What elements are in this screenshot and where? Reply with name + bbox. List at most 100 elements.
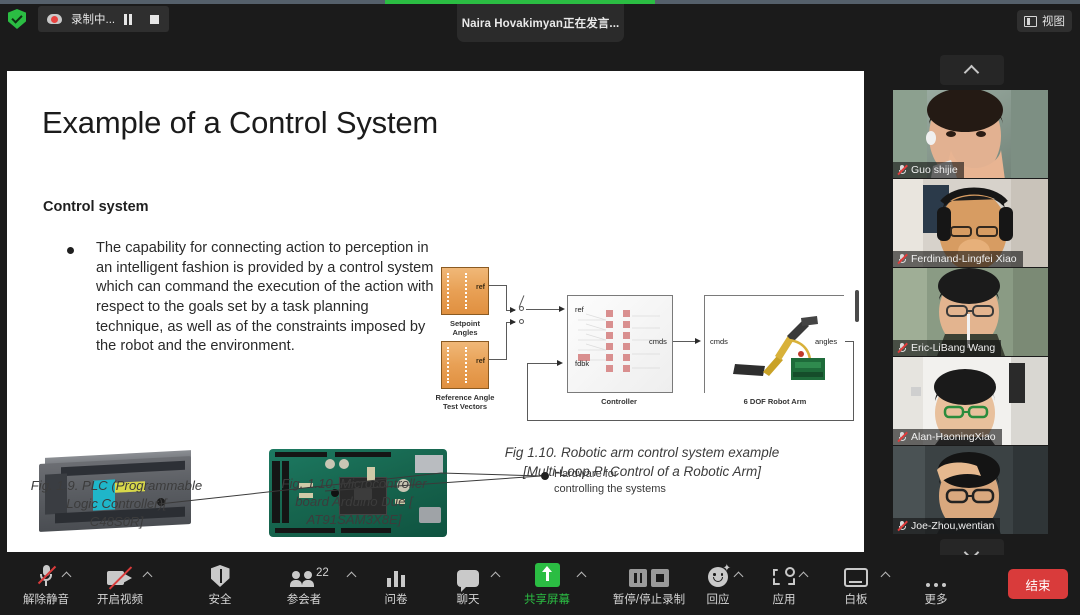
toolbar-security-button[interactable]: 安全 <box>188 560 252 607</box>
toolbar-security-label: 安全 <box>208 594 232 606</box>
poll-icon <box>387 560 405 587</box>
video-options-caret[interactable] <box>144 573 154 583</box>
figure-caption-plc-line1: Fig. 1.9. PLC (Programmable <box>30 478 203 493</box>
share-screen-icon <box>534 560 560 587</box>
robot-arm-caption: 6 DOF Robot Arm <box>743 397 807 406</box>
reference-ref-port-label: ref <box>476 358 485 365</box>
toolbar-reactions-button[interactable]: ✦ 回应 <box>686 560 750 607</box>
participant-tile[interactable]: Guo shijie <box>893 90 1048 178</box>
chevron-up-icon <box>963 64 980 80</box>
active-speaker-chip: Naira Hovakimyan正在发言... <box>457 4 624 42</box>
end-meeting-button[interactable]: 结束 <box>1008 569 1068 599</box>
toolbar-pause-stop-record-button[interactable]: 暂停/停止录制 <box>601 560 697 607</box>
stop-recording-button[interactable] <box>141 6 167 32</box>
participant-name-bar: Joe-Zhou,wentian <box>893 518 1001 534</box>
participant-name: Joe-Zhou,wentian <box>911 520 995 532</box>
callout-text-line2: controlling the systems <box>554 482 666 495</box>
participant-name: Guo shijie <box>911 164 958 176</box>
setpoint-angles-block: ref <box>441 267 489 315</box>
participant-name-bar: Alan-HaoningXiao <box>893 429 1002 445</box>
layout-view-icon <box>1024 15 1037 27</box>
shared-screen-slide[interactable]: Example of a Control System Control syst… <box>7 71 864 552</box>
toolbar-polls-button[interactable]: 问卷 <box>364 560 428 607</box>
participant-tile[interactable]: Ferdinand-Lingfei Xiao <box>893 179 1048 267</box>
figure-caption-arduino-line2: board Arduino Due [ <box>295 493 413 509</box>
panel-resize-handle[interactable] <box>855 290 859 322</box>
participant-tile[interactable]: Eric-LiBang Wang <box>893 268 1048 356</box>
slide-title: Example of a Control System <box>42 105 439 140</box>
toolbar-apps-label: 应用 <box>772 594 796 606</box>
controller-ref-port-label: ref <box>575 305 584 314</box>
whiteboard-options-caret[interactable] <box>882 573 892 583</box>
shield-icon <box>210 560 230 587</box>
filmstrip-scroll-up-button[interactable] <box>939 55 1004 85</box>
recording-pill: 录制中... <box>38 6 170 32</box>
active-speaker-label: Naira Hovakimyan正在发言... <box>461 18 620 30</box>
toolbar-chat-button[interactable]: 聊天 <box>436 560 500 607</box>
participant-name-bar: Eric-LiBang Wang <box>893 340 1002 356</box>
camera-off-icon <box>107 560 133 590</box>
zoom-meeting-window: 录制中... Naira Hovakimyan正在发言... 视图 Exampl… <box>0 0 1080 615</box>
toolbar-reactions-label: 回应 <box>706 594 730 606</box>
pause-stop-record-icon <box>629 560 669 587</box>
stop-icon <box>149 14 159 24</box>
reactions-icon: ✦ <box>708 560 731 587</box>
toolbar-unmute-button[interactable]: 解除静音 <box>14 560 78 607</box>
mic-muted-icon <box>897 342 908 354</box>
view-button[interactable]: 视图 <box>1017 10 1072 32</box>
mic-muted-icon <box>897 431 908 443</box>
participant-name: Ferdinand-Lingfei Xiao <box>911 253 1017 265</box>
setpoint-ref-port-label: ref <box>476 284 485 291</box>
mic-muted-icon <box>897 164 908 176</box>
participants-icon <box>290 560 317 587</box>
figure-caption-arduino-line3: AT91SAM3X8E] <box>306 511 402 527</box>
participant-tile[interactable]: Joe-Zhou,wentian <box>893 446 1048 534</box>
controller-cmds-port-label: cmds <box>649 337 667 346</box>
toolbar-pause-stop-record-label: 暂停/停止录制 <box>612 594 686 606</box>
meeting-toolbar: 解除静音 开启视频 安全 参会者 22 问卷 聊天 共享屏幕 暂停/停止录制 ✦… <box>0 555 1080 615</box>
share-options-caret[interactable] <box>578 573 588 583</box>
reactions-options-caret[interactable] <box>735 573 745 583</box>
figure-caption-arduino: Fig. 1.10. Microcontroller board Arduino… <box>257 475 451 528</box>
participants-options-caret[interactable] <box>348 573 358 583</box>
toolbar-share-screen-button[interactable]: 共享屏幕 <box>515 560 579 607</box>
participants-filmstrip: Guo shijie Ferdinand-Lingfei Xiao Eric-L… <box>893 55 1050 569</box>
pause-icon <box>123 13 133 25</box>
participant-tile[interactable]: Alan-HaoningXiao <box>893 357 1048 445</box>
controller-fdbk-port-label: fdbk <box>575 359 590 368</box>
arm-cmds-port-label: cmds <box>710 337 728 346</box>
callout-text: Hardware for controlling the systems <box>554 467 666 497</box>
recording-indicator-icon <box>40 14 66 24</box>
controller-caption: Controller <box>601 397 637 406</box>
toolbar-unmute-label: 解除静音 <box>23 594 69 606</box>
toolbar-apps-button[interactable]: 应用 <box>752 560 816 607</box>
whiteboard-icon <box>844 560 868 587</box>
arm-angles-port-label: angles <box>815 337 838 346</box>
figure-caption-plc: Fig. 1.9. PLC (Programmable Logic Contro… <box>9 477 224 530</box>
chat-options-caret[interactable] <box>492 573 502 583</box>
toolbar-more-label: 更多 <box>924 594 948 606</box>
figure-caption-plc-line3: C48S0R] <box>89 513 144 529</box>
figure-caption-plc-line2: Logic Controller)[ <box>66 495 167 511</box>
slide-section-heading: Control system <box>43 199 149 215</box>
toolbar-more-button[interactable]: 更多 <box>904 560 968 607</box>
participants-count-badge: 22 <box>316 567 329 579</box>
mic-muted-icon <box>897 253 908 265</box>
toolbar-whiteboard-label: 白板 <box>844 594 868 606</box>
reference-angle-caption: Reference Angle Test Vectors <box>435 393 495 412</box>
view-button-label: 视图 <box>1042 16 1065 28</box>
recording-status-label: 录制中... <box>71 14 116 26</box>
audio-options-caret[interactable] <box>63 573 73 583</box>
mic-muted-icon <box>897 520 908 532</box>
end-meeting-label: 结束 <box>1025 578 1051 593</box>
bullet-dot-icon <box>67 247 74 254</box>
participant-name-bar: Guo shijie <box>893 162 964 178</box>
pause-recording-button[interactable] <box>115 6 141 32</box>
toolbar-whiteboard-button[interactable]: 白板 <box>824 560 888 607</box>
toolbar-polls-label: 问卷 <box>384 594 408 606</box>
slide-bullet-text: The capability for connecting action to … <box>96 240 434 355</box>
toolbar-start-video-button[interactable]: 开启视频 <box>88 560 152 607</box>
apps-options-caret[interactable] <box>800 573 810 583</box>
toolbar-share-screen-label: 共享屏幕 <box>524 594 570 606</box>
toolbar-participants-label: 参会者 <box>286 594 322 606</box>
